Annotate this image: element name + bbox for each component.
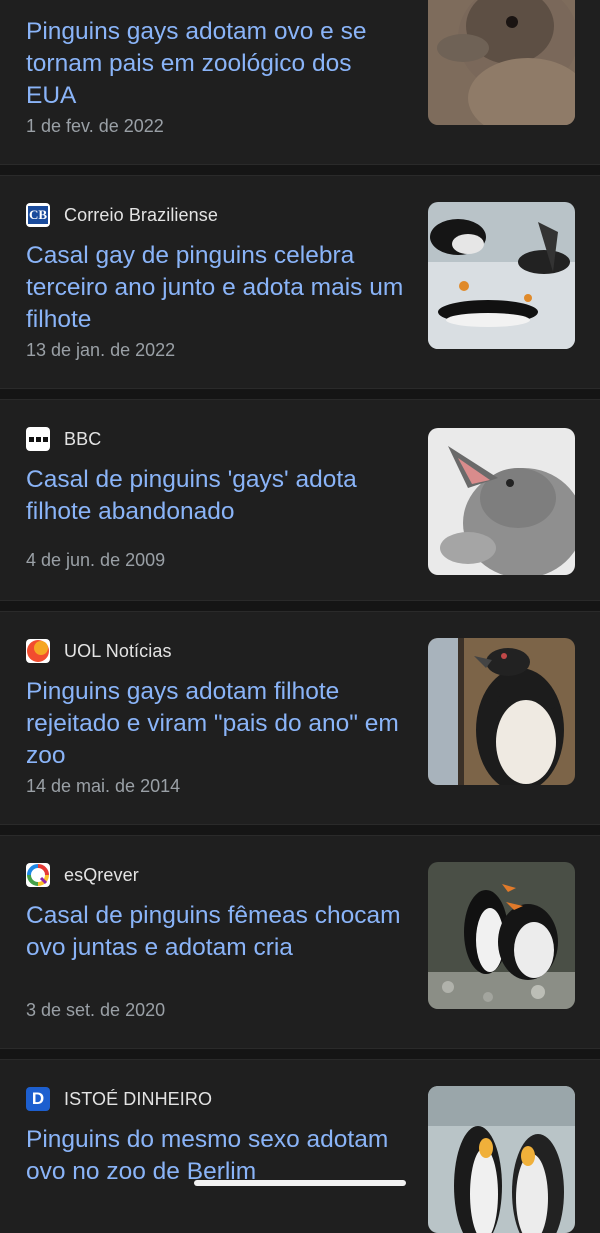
thumbnail-image[interactable] bbox=[428, 1086, 575, 1233]
article-date: 4 de jun. de 2009 bbox=[26, 550, 166, 570]
correio-braziliense-logo-icon: CB bbox=[26, 203, 50, 227]
penguin-chick-photo-icon bbox=[428, 0, 575, 125]
source-name[interactable]: UOL Notícias bbox=[64, 641, 172, 662]
news-card[interactable]: esQrever Casal de pinguins fêmeas chocam… bbox=[0, 836, 600, 1048]
source-row: BBC bbox=[26, 426, 101, 452]
article-date: 1 de fev. de 2022 bbox=[26, 116, 164, 136]
article-date: 14 de mai. de 2014 bbox=[26, 776, 181, 796]
king-penguins-photo-icon bbox=[428, 1086, 575, 1233]
bbc-logo-icon bbox=[26, 427, 50, 451]
news-card[interactable]: BBC Casal de pinguins 'gays' adota filho… bbox=[0, 400, 600, 600]
card-divider bbox=[0, 824, 600, 836]
thumbnail-image[interactable] bbox=[428, 638, 575, 785]
news-feed: Pinguins gays adotam ovo e se tornam pai… bbox=[0, 0, 600, 1233]
penguin-chick-open-beak-photo-icon bbox=[428, 428, 575, 575]
headline[interactable]: Pinguins do mesmo sexo adotam ovo no zoo… bbox=[26, 1124, 406, 1188]
headline[interactable]: Pinguins gays adotam ovo e se tornam pai… bbox=[26, 16, 406, 112]
headline[interactable]: Casal gay de pinguins celebra terceiro a… bbox=[26, 240, 406, 336]
source-row: D ISTOÉ DINHEIRO bbox=[26, 1086, 212, 1112]
source-row: UOL Notícias bbox=[26, 638, 172, 664]
news-card[interactable]: UOL Notícias Pinguins gays adotam filhot… bbox=[0, 612, 600, 824]
headline[interactable]: Casal de pinguins 'gays' adota filhote a… bbox=[26, 464, 406, 528]
home-indicator[interactable] bbox=[194, 1180, 406, 1186]
source-name[interactable]: ISTOÉ DINHEIRO bbox=[64, 1089, 212, 1110]
card-divider bbox=[0, 1048, 600, 1060]
source-name[interactable]: esQrever bbox=[64, 865, 139, 886]
thumbnail-image[interactable] bbox=[428, 0, 575, 125]
news-card[interactable]: Pinguins gays adotam ovo e se tornam pai… bbox=[0, 0, 600, 164]
two-penguins-rocks-photo-icon bbox=[428, 862, 575, 1009]
card-divider bbox=[0, 600, 600, 612]
news-card[interactable]: D ISTOÉ DINHEIRO Pinguins do mesmo sexo … bbox=[0, 1060, 600, 1233]
headline[interactable]: Pinguins gays adotam filhote rejeitado e… bbox=[26, 676, 406, 772]
istoe-dinheiro-logo-icon: D bbox=[26, 1087, 50, 1111]
headline[interactable]: Casal de pinguins fêmeas chocam ovo junt… bbox=[26, 900, 406, 964]
source-row: CB Correio Braziliense bbox=[26, 202, 218, 228]
source-name[interactable]: BBC bbox=[64, 429, 101, 450]
news-card[interactable]: CB Correio Braziliense Casal gay de ping… bbox=[0, 176, 600, 388]
thumbnail-image[interactable] bbox=[428, 202, 575, 349]
card-divider bbox=[0, 388, 600, 400]
uol-logo-icon bbox=[26, 639, 50, 663]
article-date: 13 de jan. de 2022 bbox=[26, 340, 176, 360]
source-name[interactable]: Correio Braziliense bbox=[64, 205, 218, 226]
source-row: esQrever bbox=[26, 862, 139, 888]
penguins-snow-photo-icon bbox=[428, 202, 575, 349]
article-date: 3 de set. de 2020 bbox=[26, 1000, 166, 1020]
thumbnail-image[interactable] bbox=[428, 428, 575, 575]
card-divider bbox=[0, 164, 600, 176]
esqrever-logo-icon bbox=[26, 863, 50, 887]
thumbnail-image[interactable] bbox=[428, 862, 575, 1009]
humboldt-penguin-photo-icon bbox=[428, 638, 575, 785]
